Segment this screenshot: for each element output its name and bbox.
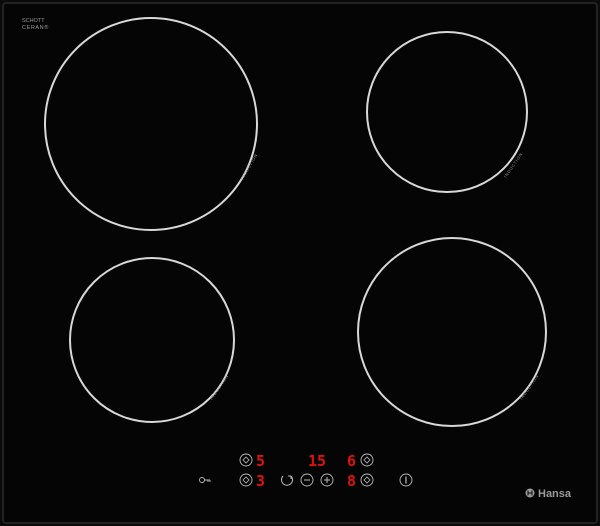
hansa-logo-icon xyxy=(525,488,535,498)
maker-logo-line1: SCHOTT xyxy=(22,18,45,24)
display-top-right: 6 xyxy=(347,452,356,470)
display-top-left: 5 xyxy=(256,452,265,470)
cooktop: SCHOTT CERAN® INDUCTION INDUCTION INDUCT… xyxy=(0,0,600,526)
glass-panel xyxy=(2,2,598,524)
brand-name: Hansa xyxy=(538,488,572,500)
display-bottom-left: 3 xyxy=(256,472,265,490)
display-timer: 15 xyxy=(308,452,326,470)
display-bottom-right: 8 xyxy=(347,472,356,490)
maker-logo-line2: CERAN® xyxy=(22,24,49,31)
cooktop-svg: SCHOTT CERAN® INDUCTION INDUCTION INDUCT… xyxy=(2,2,598,524)
